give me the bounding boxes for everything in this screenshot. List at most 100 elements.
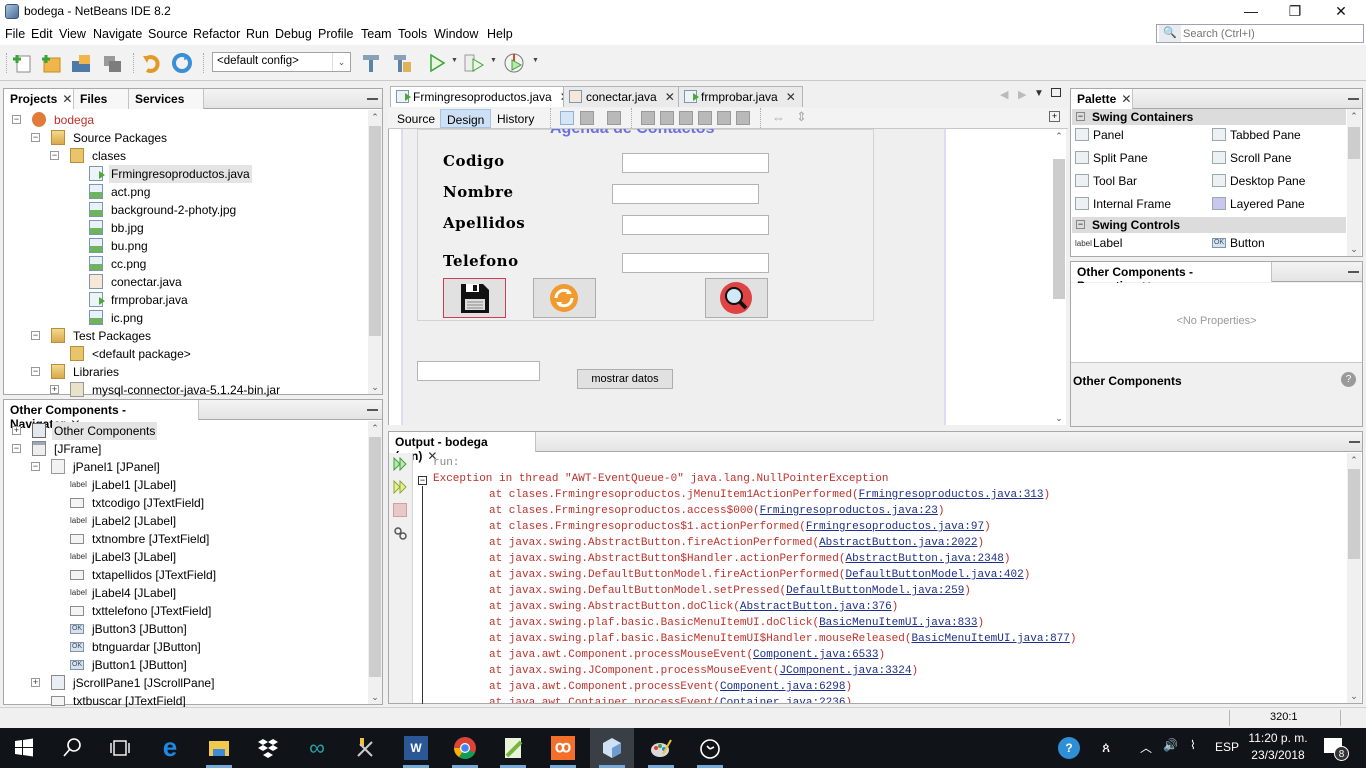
stacktrace-link[interactable]: DefaultButtonModel.java:402 (845, 569, 1023, 581)
palette-item-scroll-pane[interactable]: Scroll Pane (1212, 149, 1291, 167)
scrollbar-thumb[interactable] (1053, 159, 1065, 299)
edge-icon[interactable]: e (158, 734, 182, 760)
stacktrace-link[interactable]: AbstractButton.java:376 (740, 601, 892, 613)
txtbuscar-field[interactable] (417, 361, 540, 381)
jpanel1[interactable]: Agenda de Contactos Codigo Nombre Apelli… (417, 129, 874, 321)
stacktrace-link[interactable]: BasicMenuItemUI.java:833 (819, 617, 977, 629)
search-input[interactable] (1183, 26, 1361, 41)
tab-files[interactable]: Files (74, 89, 129, 109)
palette-item-internal-frame[interactable]: Internal Frame (1075, 195, 1171, 213)
palette-category-swing-containers[interactable]: − Swing Containers (1072, 109, 1346, 125)
align-bottom-icon[interactable] (717, 111, 731, 125)
file-explorer-icon[interactable] (207, 736, 231, 760)
arduino-icon[interactable]: ∞ (305, 736, 329, 760)
palette-item-panel[interactable]: Panel (1075, 126, 1124, 144)
minimize-panel-icon[interactable] (367, 98, 378, 100)
minimize-panel-icon[interactable] (1348, 98, 1359, 100)
build-icon[interactable] (360, 52, 382, 74)
scroll-up-icon[interactable]: ⌃ (1347, 453, 1361, 467)
txtapellidos-field[interactable] (622, 215, 769, 235)
close-project-icon[interactable] (101, 52, 123, 74)
collapse-icon[interactable]: − (31, 331, 40, 340)
run-dropdown-icon[interactable]: ▼ (451, 57, 458, 64)
menu-team[interactable]: Team (361, 27, 392, 41)
expand-icon[interactable]: + (50, 385, 59, 394)
search-icon[interactable] (60, 736, 84, 760)
collapse-icon[interactable]: − (50, 151, 59, 160)
netbeans-icon[interactable] (600, 736, 624, 760)
navigator-scrollbar[interactable]: ⌃ ⌄ (368, 421, 382, 704)
collapse-icon[interactable]: − (12, 444, 21, 453)
scroll-down-icon[interactable]: ⌄ (1347, 689, 1361, 703)
menu-window[interactable]: Window (434, 27, 478, 41)
menu-profile[interactable]: Profile (318, 27, 353, 41)
notepad-plus-icon[interactable] (501, 736, 525, 760)
txttelefono-field[interactable] (622, 253, 769, 273)
open-project-icon[interactable] (70, 52, 92, 74)
view-source-button[interactable]: Source (391, 109, 441, 128)
palette-category-swing-controls[interactable]: − Swing Controls (1072, 217, 1346, 233)
stacktrace-link[interactable]: Frmingresoproductos.java:313 (859, 489, 1044, 501)
selection-mode-icon[interactable] (560, 111, 574, 125)
output-text[interactable]: run: Exception in thread "AWT-EventQueue-… (389, 453, 1344, 703)
align-top-icon[interactable] (698, 111, 712, 125)
menu-view[interactable]: View (59, 27, 86, 41)
paint-icon[interactable] (649, 736, 673, 760)
label-telefono[interactable]: Telefono (443, 252, 519, 270)
refresh-button[interactable] (533, 278, 596, 318)
palette-item-tabbed-pane[interactable]: Tabbed Pane (1212, 126, 1301, 144)
align-left-icon[interactable] (641, 111, 655, 125)
stacktrace-link[interactable]: Frmingresoproductos.java:23 (760, 505, 938, 517)
menu-run[interactable]: Run (246, 27, 269, 41)
minimize-button[interactable]: — (1228, 0, 1274, 24)
undo-icon[interactable] (141, 52, 163, 74)
preview-design-icon[interactable] (607, 111, 621, 125)
help-icon[interactable]: ? (1341, 372, 1356, 387)
search-box[interactable]: 🔍 (1156, 24, 1364, 43)
show-hidden-icons-icon[interactable]: ︿ (1140, 739, 1152, 756)
editor-tab-frmprobar[interactable]: frmprobar.java ✕ (678, 86, 803, 107)
scroll-down-icon[interactable]: ⌄ (368, 380, 382, 394)
tools-icon[interactable] (354, 736, 378, 760)
stacktrace-link[interactable]: AbstractButton.java:2348 (845, 553, 1003, 565)
palette-item-button[interactable]: OK Button (1212, 234, 1265, 252)
projects-scrollbar[interactable]: ⌃ ⌄ (368, 110, 382, 394)
debug-dropdown-icon[interactable]: ▼ (490, 57, 497, 64)
close-icon[interactable]: ✕ (1121, 92, 1131, 106)
wifi-icon[interactable]: ⌇ (1190, 738, 1196, 752)
editor-tab-conectar[interactable]: conectar.java ✕ (563, 86, 682, 107)
palette-item-label[interactable]: label Label (1075, 234, 1122, 252)
expand-icon[interactable]: + (31, 678, 40, 687)
help-tray-icon[interactable]: ? (1058, 737, 1080, 759)
scroll-down-icon[interactable]: ⌄ (1347, 242, 1361, 256)
run-icon[interactable] (426, 52, 448, 74)
close-icon[interactable]: ✕ (62, 92, 72, 106)
menu-navigate[interactable]: Navigate (93, 27, 142, 41)
output-scrollbar[interactable]: ⌃ ⌄ (1347, 453, 1361, 703)
txtnombre-field[interactable] (612, 184, 759, 204)
search-icon[interactable]: 🔍 (1159, 25, 1181, 42)
stacktrace-link[interactable]: AbstractButton.java:2022 (819, 537, 977, 549)
tab-navigator[interactable]: Other Components - Navigator✕ (4, 400, 199, 431)
clock-date[interactable]: 23/3/2018 (1248, 748, 1308, 762)
palette-item-layered-pane[interactable]: Layered Pane (1212, 195, 1305, 213)
scroll-tabs-left-icon[interactable]: ◀ (1000, 88, 1008, 101)
debug-icon[interactable] (463, 52, 485, 74)
menu-help[interactable]: Help (487, 27, 513, 41)
collapse-icon[interactable]: − (1076, 220, 1085, 229)
tab-palette[interactable]: Palette ✕ (1071, 89, 1133, 109)
expand-icon[interactable]: + (12, 426, 21, 435)
save-button[interactable] (443, 278, 506, 318)
editor-tab-frmingresoproductos[interactable]: Frmingresoproductos.java✕ (390, 86, 577, 107)
minimize-panel-icon[interactable] (1348, 271, 1359, 273)
label-codigo[interactable]: Codigo (443, 152, 505, 170)
scrollbar-thumb[interactable] (1348, 469, 1360, 559)
palette-toggle-icon[interactable]: + (1049, 111, 1060, 122)
alarms-icon[interactable] (698, 736, 722, 760)
profile-dropdown-icon[interactable]: ▼ (532, 57, 539, 64)
close-icon[interactable]: ✕ (665, 90, 675, 104)
new-project-icon[interactable] (40, 52, 62, 74)
windows-start-icon[interactable] (12, 736, 36, 760)
stacktrace-link[interactable]: JComponent.java:3324 (779, 665, 911, 677)
stacktrace-link[interactable]: Frmingresoproductos.java:97 (806, 521, 984, 533)
